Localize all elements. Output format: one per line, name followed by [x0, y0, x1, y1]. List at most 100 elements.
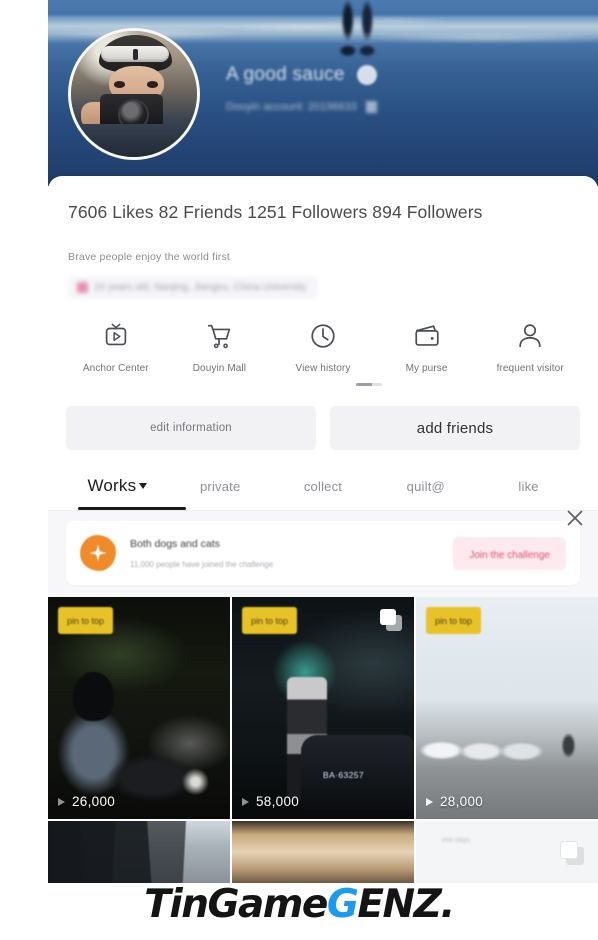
active-tab-underline [78, 507, 186, 510]
join-challenge-label: Join the challenge [469, 549, 550, 561]
add-friends-label: add friends [416, 419, 494, 437]
thumb-scene [48, 821, 230, 883]
video-thumbnail[interactable]: pin to top 28,000 [416, 597, 598, 819]
thumb-subject [554, 721, 584, 771]
watermark-part-3: ENZ. [357, 882, 455, 927]
challenge-title: Both dogs and cats [130, 537, 220, 550]
cover-subtitle-row[interactable]: Douyin account: 20196633 [226, 101, 377, 113]
video-thumbnail[interactable]: pin to top 26,000 [48, 597, 230, 819]
quick-action-label: Douyin Mall [192, 363, 247, 374]
profile-tag-text: 24 years old, Nanjing, Jiangsu, China Un… [94, 282, 307, 293]
watermark: TinGame G ENZ. [144, 882, 455, 927]
video-thumbnail[interactable]: ese days [416, 821, 598, 883]
pin-to-top-label: pin to top [67, 616, 105, 626]
douyin-account-id: Douyin account: 20196633 [226, 101, 357, 113]
multi-square-front [380, 609, 396, 625]
thumb-helmet [73, 672, 114, 722]
copy-icon[interactable] [365, 101, 377, 113]
pin-to-top-badge: pin to top [58, 607, 114, 634]
tab-private[interactable]: private [169, 478, 272, 510]
view-count: 28,000 [440, 794, 484, 809]
avatar-body [71, 124, 197, 157]
content-tabs: Works private collect quilt@ like [48, 450, 598, 510]
video-thumbnail[interactable] [232, 821, 414, 883]
quick-action-label: View history [295, 363, 351, 374]
sparkle-glyph [89, 544, 107, 562]
view-count: 26,000 [72, 794, 116, 809]
tab-collect[interactable]: collect [272, 478, 375, 510]
quick-action-frequent-visitor[interactable]: frequent visitor [478, 321, 582, 374]
play-icon [242, 797, 249, 806]
multiple-images-icon [380, 609, 402, 631]
challenge-subtitle: 11,000 people have joined the challenge [130, 559, 274, 569]
profile-sheet: 7606 Likes 82 Friends 1251 Followers 894… [48, 176, 598, 883]
wallet-icon [414, 325, 439, 346]
location-tag-icon [77, 282, 88, 293]
pin-to-top-label: pin to top [251, 616, 289, 626]
play-icon [58, 797, 65, 806]
avatar-image [71, 31, 197, 157]
quick-action-label: Anchor Center [82, 363, 149, 374]
tab-label: quilt@ [406, 479, 445, 494]
tv-play-icon [105, 323, 127, 346]
license-plate-text: BA·63257 [323, 770, 365, 781]
quick-actions-scroll-indicator [356, 383, 382, 386]
tab-quilt-at[interactable]: quilt@ [374, 478, 477, 510]
heart-badge-icon [356, 65, 377, 85]
join-challenge-button[interactable]: Join the challenge [453, 536, 566, 570]
profile-action-buttons: edit information add friends [48, 386, 598, 450]
thumb-caption: ese days [442, 837, 471, 844]
sparkle-badge-icon [80, 535, 116, 571]
profile-tag-pill[interactable]: 24 years old, Nanjing, Jiangsu, China Un… [68, 276, 319, 299]
tab-label: collect [303, 479, 343, 494]
cover-name-row: A good sauce [226, 64, 377, 86]
avatar[interactable] [68, 28, 200, 160]
play-icon [426, 797, 433, 806]
tab-like[interactable]: like [477, 478, 580, 510]
tab-works[interactable]: Works [66, 476, 169, 510]
phone-viewport: A good sauce Douyin account: 20196633 76… [48, 0, 598, 940]
person-icon [519, 324, 541, 348]
profile-cover: A good sauce Douyin account: 20196633 [48, 0, 598, 186]
view-count: 58,000 [256, 794, 300, 809]
multiple-images-icon [560, 841, 584, 865]
quick-actions-row: Anchor Center Douyin Mall View history M… [48, 299, 598, 374]
thumb-vehicle [98, 721, 227, 819]
shopping-cart-icon [208, 324, 231, 349]
quick-action-label: My purse [405, 363, 448, 374]
challenge-banner-zone: Both dogs and cats 11,000 people have jo… [48, 510, 598, 597]
watermark-part-2: G [326, 882, 359, 927]
video-thumbnail[interactable] [48, 821, 230, 883]
chevron-down-icon [139, 483, 148, 489]
view-count-row: 28,000 [426, 794, 483, 809]
challenge-banner-text: Both dogs and cats 11,000 people have jo… [130, 538, 453, 569]
quick-action-my-purse[interactable]: My purse [375, 321, 479, 374]
quick-action-douyin-mall[interactable]: Douyin Mall [168, 321, 272, 374]
profile-bio: Brave people enjoy the world first [68, 251, 231, 263]
view-count-row: 58,000 [242, 794, 299, 809]
edit-information-button[interactable]: edit information [66, 406, 316, 450]
video-thumbnail[interactable]: BA·63257 pin to top 58,000 [232, 597, 414, 819]
profile-display-name: A good sauce [226, 64, 345, 85]
avatar-eye-right [146, 81, 158, 88]
avatar-eye-left [113, 81, 126, 88]
close-icon[interactable] [564, 507, 586, 529]
challenge-banner[interactable]: Both dogs and cats 11,000 people have jo… [66, 510, 583, 585]
pin-to-top-badge: pin to top [242, 607, 298, 634]
edit-information-label: edit information [150, 422, 232, 434]
tab-label: private [199, 479, 241, 494]
quick-action-label: frequent visitor [496, 363, 564, 374]
watermark-part-1: TinGame [144, 882, 328, 927]
add-friends-button[interactable]: add friends [330, 406, 580, 450]
pin-to-top-badge: pin to top [426, 607, 482, 634]
avatar-goggles [101, 46, 170, 63]
clock-icon [311, 324, 335, 348]
profile-stats: 7606 Likes 82 Friends 1251 Followers 894… [68, 202, 483, 222]
quick-action-view-history[interactable]: View history [271, 321, 375, 374]
quick-action-anchor-center[interactable]: Anchor Center [64, 321, 168, 374]
screenshot-root: A good sauce Douyin account: 20196633 76… [0, 0, 598, 940]
pin-to-top-label: pin to top [435, 616, 473, 626]
video-grid: pin to top 26,000 BA·63257 pin to top 58… [48, 597, 598, 883]
tab-label: Works [87, 476, 137, 495]
tab-label: like [518, 479, 539, 494]
